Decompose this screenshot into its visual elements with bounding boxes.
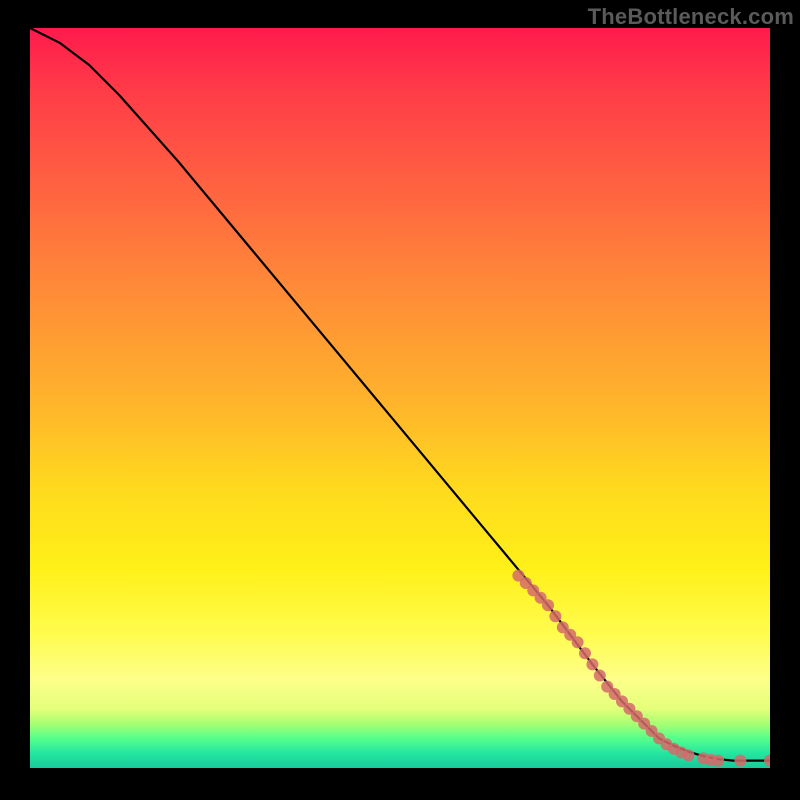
chart-svg <box>30 28 770 768</box>
watermark-text: TheBottleneck.com <box>588 4 794 30</box>
scatter-dot <box>586 658 598 670</box>
scatter-dot <box>549 610 561 622</box>
scatter-dot <box>579 647 591 659</box>
curve-line <box>30 28 770 761</box>
scatter-dot <box>712 755 724 767</box>
scatter-dot <box>594 670 606 682</box>
scatter-markers <box>512 570 770 767</box>
scatter-dot <box>683 749 695 761</box>
scatter-dot <box>542 599 554 611</box>
chart-container: TheBottleneck.com <box>0 0 800 800</box>
scatter-dot <box>734 755 746 767</box>
scatter-dot <box>572 636 584 648</box>
plot-area <box>30 28 770 768</box>
scatter-dot <box>764 755 770 767</box>
